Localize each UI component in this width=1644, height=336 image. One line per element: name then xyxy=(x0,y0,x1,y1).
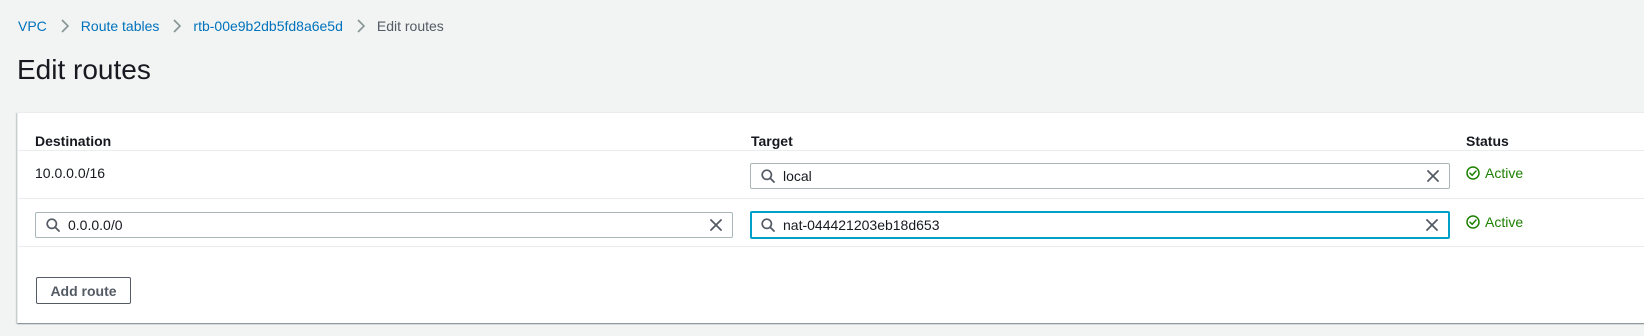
status-text: Active xyxy=(1485,165,1524,181)
divider xyxy=(18,246,1644,247)
divider xyxy=(18,150,1644,151)
check-circle-icon xyxy=(1466,166,1480,180)
breadcrumb-route-table-id[interactable]: rtb-00e9b2db5fd8a6e5d xyxy=(193,17,342,35)
chevron-right-icon xyxy=(356,17,366,35)
close-icon[interactable] xyxy=(1425,168,1441,184)
breadcrumb-current: Edit routes xyxy=(376,18,444,34)
target-input-value[interactable]: local xyxy=(783,168,1425,184)
status-text: Active xyxy=(1485,214,1524,230)
breadcrumb: VPC Route tables rtb-00e9b2db5fd8a6e5d E… xyxy=(18,17,444,35)
close-icon[interactable] xyxy=(708,217,724,233)
page-title: Edit routes xyxy=(17,54,151,85)
target-field[interactable]: local xyxy=(750,163,1450,189)
search-icon xyxy=(760,217,776,233)
chevron-right-icon xyxy=(172,17,182,35)
target-field[interactable]: nat-044421203eb18d653 xyxy=(750,211,1450,239)
add-route-button[interactable]: Add route xyxy=(36,277,131,304)
divider xyxy=(18,198,1644,199)
breadcrumb-route-tables[interactable]: Route tables xyxy=(81,17,160,35)
check-circle-icon xyxy=(1466,215,1480,229)
column-header-destination: Destination xyxy=(35,133,112,149)
column-header-status: Status xyxy=(1466,133,1509,149)
routes-table: Destination Target Status 10.0.0.0/16 lo… xyxy=(17,112,1644,323)
search-icon xyxy=(760,168,776,184)
target-input-value[interactable]: nat-044421203eb18d653 xyxy=(783,217,1424,233)
destination-value: 10.0.0.0/16 xyxy=(35,165,106,181)
destination-input-value[interactable]: 0.0.0.0/0 xyxy=(68,217,708,233)
column-header-target: Target xyxy=(751,133,793,149)
status-badge: Active xyxy=(1466,213,1523,231)
destination-field[interactable]: 0.0.0.0/0 xyxy=(35,212,733,238)
status-badge: Active xyxy=(1466,164,1523,182)
close-icon[interactable] xyxy=(1424,217,1440,233)
search-icon xyxy=(45,217,61,233)
breadcrumb-vpc[interactable]: VPC xyxy=(18,17,47,35)
chevron-right-icon xyxy=(60,17,70,35)
